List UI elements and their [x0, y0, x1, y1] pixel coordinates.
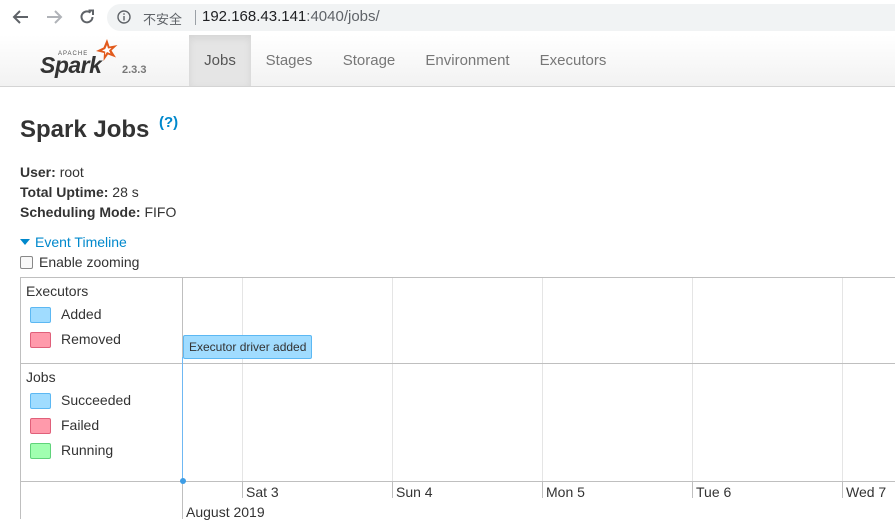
- grid-line: [392, 278, 393, 481]
- axis-tick: [242, 481, 243, 498]
- running-swatch: [30, 443, 51, 459]
- logo-spark-text: Spark: [40, 52, 102, 78]
- group-divider: [21, 363, 895, 364]
- event-timeline-toggle[interactable]: Event Timeline: [20, 234, 127, 250]
- tab-jobs[interactable]: Jobs: [189, 35, 251, 86]
- back-button[interactable]: [10, 6, 32, 28]
- enable-zooming-label: Enable zooming: [39, 254, 140, 270]
- back-arrow-icon: [12, 10, 28, 24]
- grid-line: [542, 278, 543, 481]
- axis-day-label: Sat 3: [246, 484, 279, 500]
- grid-line: [692, 278, 693, 481]
- forward-arrow-icon: [47, 10, 63, 24]
- executor-added-event[interactable]: Executor driver added: [183, 335, 313, 359]
- axis-tick: [392, 481, 393, 498]
- scheduling-value: FIFO: [144, 204, 177, 220]
- axis-day-label: Tue 6: [696, 484, 732, 500]
- forward-button[interactable]: [43, 6, 65, 28]
- legend-removed-label: Removed: [61, 331, 121, 347]
- grid-line: [242, 278, 243, 481]
- browser-toolbar: 不安全 192.168.43.141:4040/jobs/: [0, 0, 895, 35]
- spark-version: 2.3.3: [122, 64, 147, 76]
- url-path: :4040/jobs/: [306, 8, 380, 25]
- axis-day-label: Mon 5: [546, 484, 585, 500]
- spark-navbar: APACHE Spark 2.3.3 Jobs Stages Storage E…: [0, 35, 895, 87]
- event-marker-dot: [180, 478, 186, 484]
- executors-group-title: Executors: [26, 283, 89, 299]
- tab-executors[interactable]: Executors: [524, 35, 622, 86]
- tab-storage[interactable]: Storage: [327, 35, 411, 86]
- page-title: Spark Jobs: [20, 116, 150, 143]
- url-host: 192.168.43.141: [202, 8, 307, 25]
- user-row: User: root: [20, 164, 84, 180]
- address-bar[interactable]: 不安全 192.168.43.141:4040/jobs/: [107, 4, 895, 31]
- url-text[interactable]: 192.168.43.141:4040/jobs/: [202, 8, 380, 25]
- enable-zooming-checkbox[interactable]: [20, 255, 33, 269]
- insecure-label: 不安全: [143, 12, 183, 27]
- legend-succeeded-label: Succeeded: [61, 392, 132, 408]
- reload-button[interactable]: [76, 6, 98, 28]
- legend-running-label: Running: [61, 442, 114, 458]
- axis-tick: [692, 481, 693, 498]
- succeeded-swatch: [30, 393, 51, 409]
- axis-line: [21, 481, 895, 482]
- added-swatch: [30, 307, 51, 323]
- axis-tick: [542, 481, 543, 498]
- spark-logo[interactable]: APACHE Spark 2.3.3: [38, 38, 148, 82]
- scheduling-label: Scheduling Mode:: [20, 204, 141, 220]
- axis-day-label: Wed 7: [846, 484, 887, 500]
- uptime-label: Total Uptime:: [20, 184, 109, 200]
- legend-failed-label: Failed: [61, 417, 100, 433]
- address-separator: [195, 10, 196, 25]
- info-icon[interactable]: [117, 10, 131, 24]
- enable-zooming-row: Enable zooming: [20, 254, 139, 270]
- axis-day-label: Sun 4: [396, 484, 433, 500]
- uptime-row: Total Uptime: 28 s: [20, 184, 139, 200]
- removed-swatch: [30, 332, 51, 348]
- event-timeline[interactable]: Executors Added Removed Jobs Succeeded F…: [20, 277, 895, 520]
- jobs-group-title: Jobs: [26, 369, 56, 385]
- failed-swatch: [30, 418, 51, 434]
- event-timeline-label: Event Timeline: [35, 234, 127, 250]
- user-value: root: [59, 164, 84, 180]
- event-marker-line: [182, 357, 183, 482]
- scheduling-row: Scheduling Mode: FIFO: [20, 204, 176, 220]
- legend-added-label: Added: [61, 306, 102, 322]
- user-label: User:: [20, 164, 56, 180]
- uptime-value: 28 s: [112, 184, 139, 200]
- caret-down-icon: [20, 239, 30, 246]
- help-link[interactable]: (?): [159, 114, 178, 131]
- tab-environment[interactable]: Environment: [411, 35, 524, 86]
- reload-icon: [80, 9, 94, 24]
- tab-stages[interactable]: Stages: [251, 35, 327, 86]
- axis-tick: [842, 481, 843, 498]
- grid-line: [842, 278, 843, 481]
